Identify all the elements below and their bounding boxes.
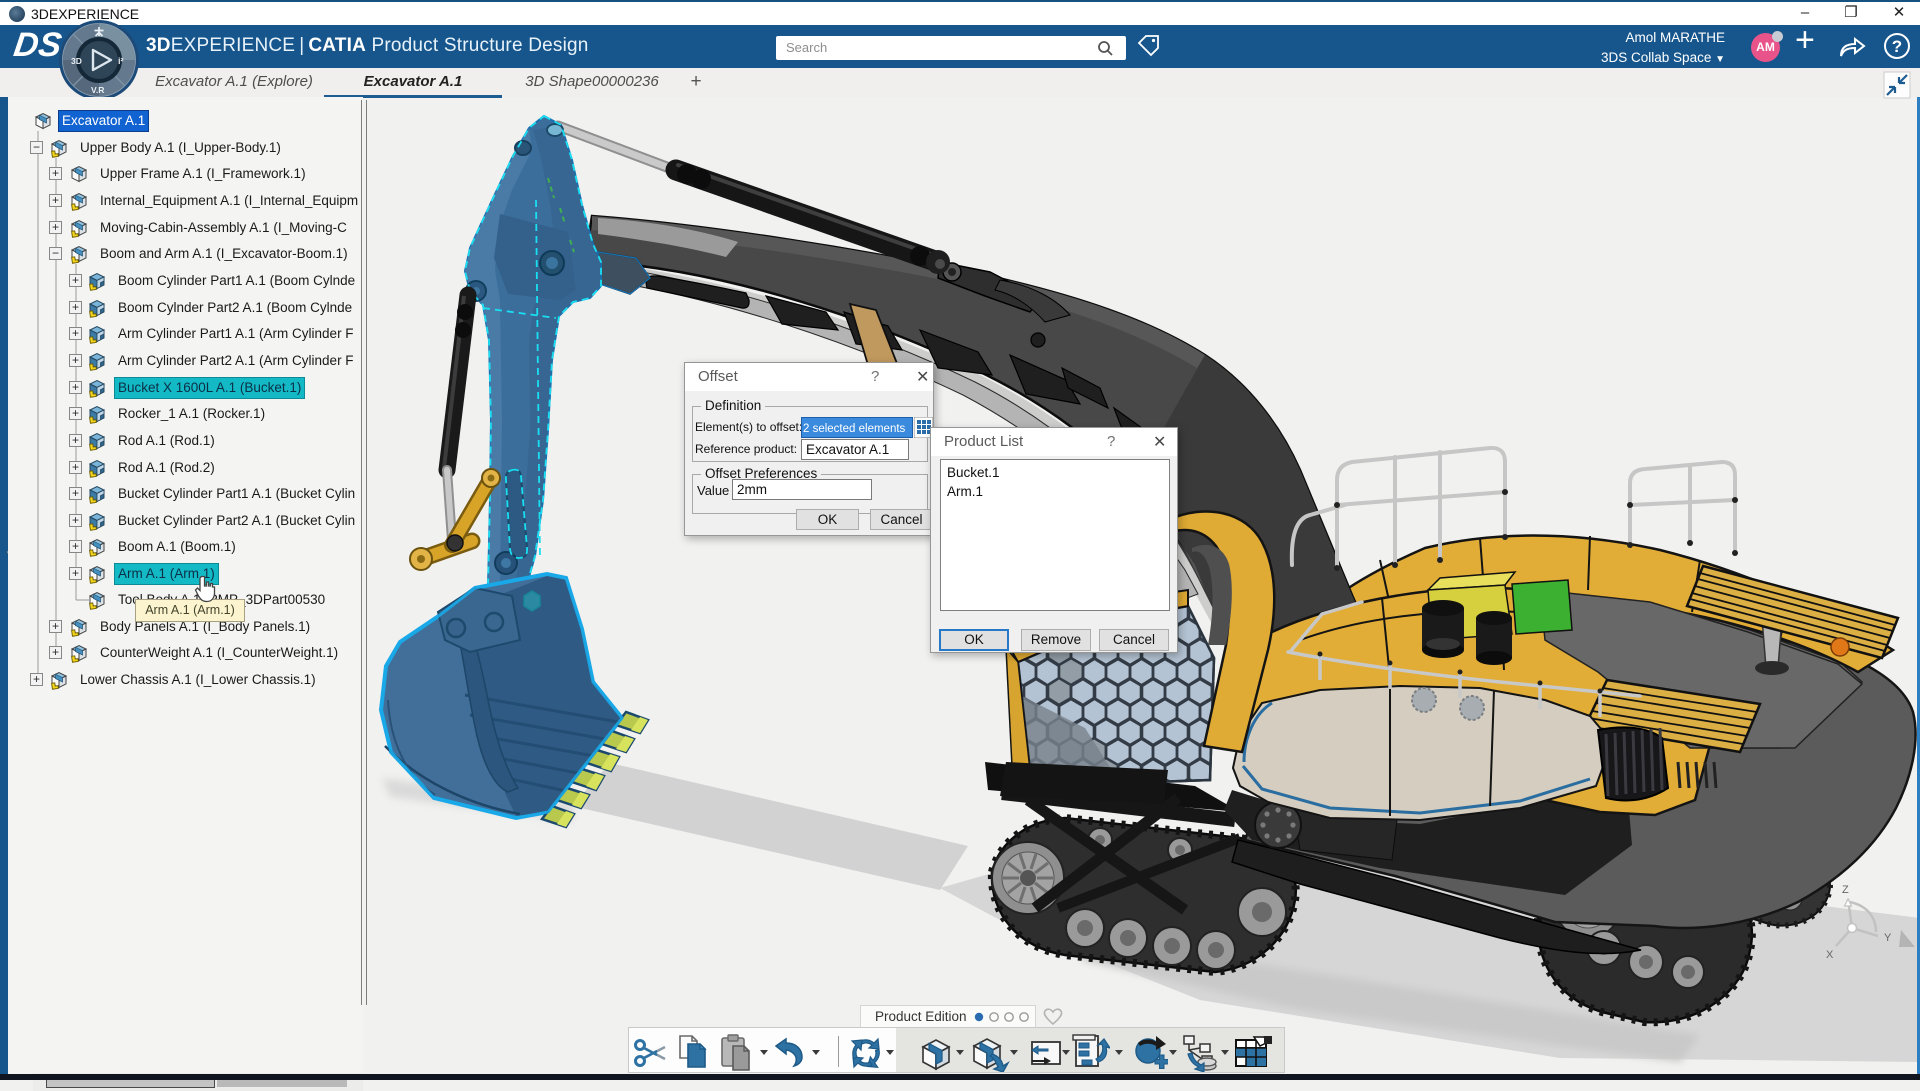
svg-text:V.R: V.R xyxy=(91,85,104,95)
svg-text:3D: 3D xyxy=(71,56,82,66)
svg-text:Z: Z xyxy=(1842,884,1849,896)
svg-text:i²: i² xyxy=(118,56,124,66)
svg-text:Y: Y xyxy=(1884,932,1892,944)
svg-text:X: X xyxy=(1826,949,1834,961)
